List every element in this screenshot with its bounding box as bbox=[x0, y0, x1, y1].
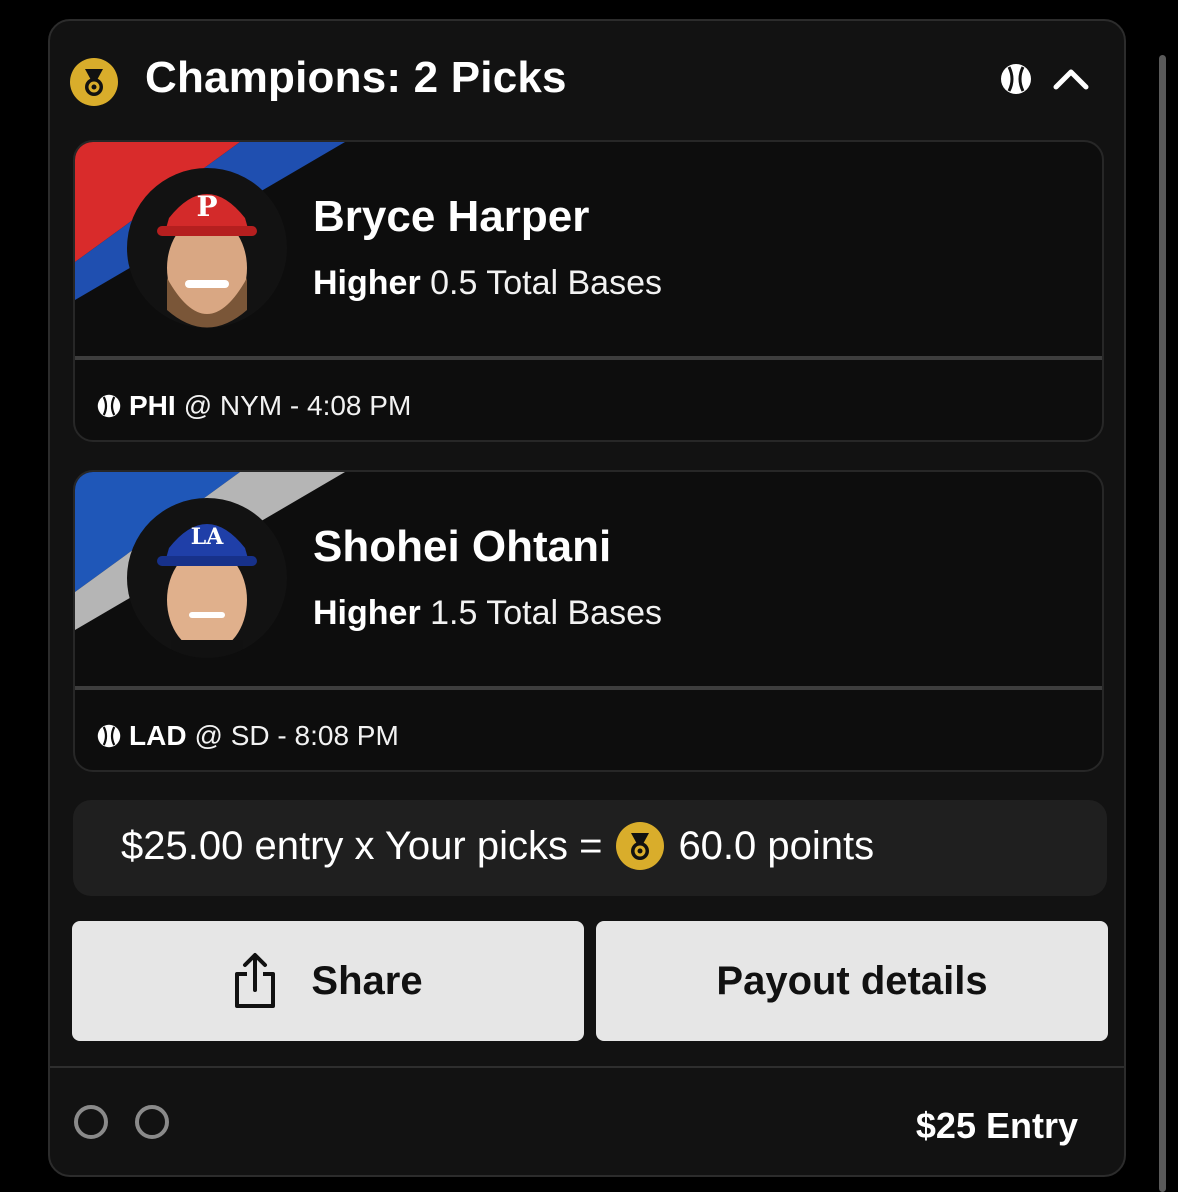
divider bbox=[50, 1066, 1124, 1068]
team-abbr: PHI bbox=[129, 390, 176, 421]
payout-summary-text: $25.00 entry x Your picks = 60.0 points bbox=[121, 822, 874, 870]
pick-direction: Higher bbox=[313, 594, 421, 632]
baseball-icon bbox=[1001, 64, 1031, 94]
share-button[interactable]: Share bbox=[72, 921, 584, 1041]
baseball-icon bbox=[97, 394, 121, 418]
pick-status-indicator bbox=[135, 1105, 169, 1139]
medal-icon bbox=[616, 822, 665, 870]
card-title: Champions: 2 Picks bbox=[145, 53, 567, 102]
summary-prefix: $25.00 entry x Your picks = bbox=[121, 823, 603, 868]
card-header[interactable]: Champions: 2 Picks bbox=[50, 21, 1124, 141]
matchup-text: @ SD - 8:08 PM bbox=[194, 720, 399, 751]
summary-points: 60.0 points bbox=[678, 823, 875, 868]
player-name: Shohei Ohtani bbox=[313, 522, 612, 571]
player-photo: LA bbox=[127, 498, 287, 658]
svg-text:LA: LA bbox=[191, 524, 224, 550]
medal-icon bbox=[70, 58, 118, 106]
pick-projection: 1.5 Total Bases bbox=[430, 594, 662, 632]
pick-status-indicator bbox=[74, 1105, 108, 1139]
player-name: Bryce Harper bbox=[313, 192, 590, 241]
chevron-up-icon[interactable] bbox=[1052, 65, 1090, 93]
payout-details-button[interactable]: Payout details bbox=[596, 921, 1108, 1041]
share-label: Share bbox=[311, 958, 423, 1003]
entry-card: Champions: 2 Picks P Bryce Harper Higher… bbox=[48, 19, 1126, 1177]
matchup-text: @ NYM - 4:08 PM bbox=[183, 390, 412, 421]
pick-line: Higher 0.5 Total Bases bbox=[313, 264, 662, 303]
pick-card[interactable]: P Bryce Harper Higher 0.5 Total Bases PH… bbox=[73, 140, 1104, 442]
svg-text:P: P bbox=[196, 190, 217, 223]
entry-amount: $25 Entry bbox=[915, 1105, 1078, 1146]
divider bbox=[75, 356, 1102, 360]
share-icon bbox=[235, 953, 276, 1008]
player-photo: P bbox=[127, 168, 287, 328]
scrollbar[interactable] bbox=[1159, 55, 1166, 1192]
pick-header: LA Shohei Ohtani Higher 1.5 Total Bases bbox=[75, 472, 1102, 686]
pick-direction: Higher bbox=[313, 264, 421, 302]
payout-summary: $25.00 entry x Your picks = 60.0 points bbox=[73, 800, 1107, 896]
team-abbr: LAD bbox=[129, 720, 187, 751]
game-info: PHI @ NYM - 4:08 PM bbox=[97, 390, 411, 422]
pick-card[interactable]: LA Shohei Ohtani Higher 1.5 Total Bases … bbox=[73, 470, 1104, 772]
payout-details-label: Payout details bbox=[716, 958, 988, 1003]
game-info: LAD @ SD - 8:08 PM bbox=[97, 720, 399, 752]
pick-projection: 0.5 Total Bases bbox=[430, 264, 662, 302]
baseball-icon bbox=[97, 724, 121, 748]
divider bbox=[75, 686, 1102, 690]
pick-line: Higher 1.5 Total Bases bbox=[313, 594, 662, 633]
pick-header: P Bryce Harper Higher 0.5 Total Bases bbox=[75, 142, 1102, 356]
